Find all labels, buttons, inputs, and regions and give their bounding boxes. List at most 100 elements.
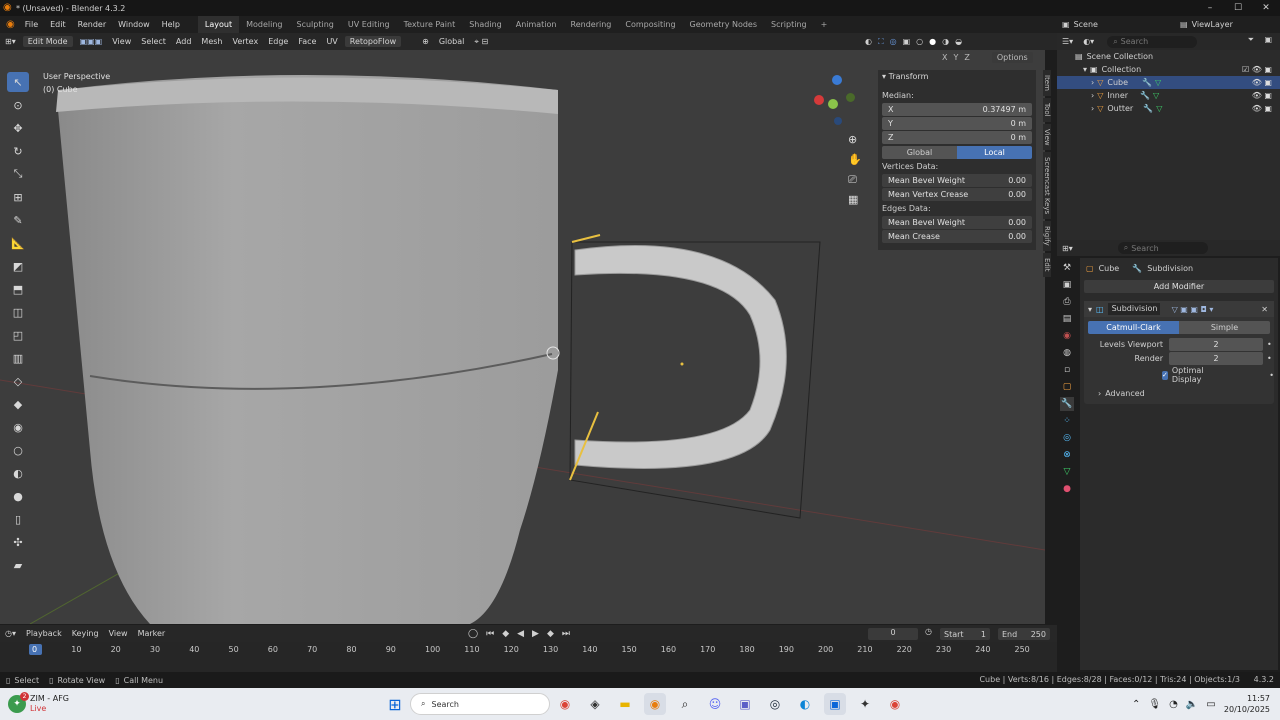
tab-item[interactable]: Item [1043,70,1051,96]
output-tab-icon[interactable]: ⎙ [1060,295,1074,309]
keyframe-dot-icon[interactable]: • [1267,354,1272,363]
jump-end-icon[interactable]: ⏭ [562,629,570,639]
axis-toggle-x[interactable]: X [942,53,947,62]
local-space-button[interactable]: Local [957,146,1032,159]
workspace-tab-scripting[interactable]: Scripting [764,16,814,33]
collection-visibility-icons[interactable]: ☑ 👁 ▣ [1242,65,1272,74]
z-axis-ball[interactable] [832,75,842,85]
material-shading-icon[interactable]: ◑ [942,37,949,46]
mesh-data-icon[interactable]: ▽ [1156,104,1162,113]
menu-retopoflow[interactable]: RetopoFlow [344,36,402,47]
pan-hand-icon[interactable]: ✋ [848,150,864,170]
rendered-shading-icon[interactable]: ◒ [955,37,962,46]
object-visibility-icons[interactable]: 👁 ▣ [1252,91,1272,100]
play-reverse-icon[interactable]: ◀ [517,629,524,639]
particles-tab-icon[interactable]: ⁘ [1060,414,1074,428]
menu-edge[interactable]: Edge [263,37,293,46]
modifier-toggle-icons[interactable]: ▽ ▣ ▣ ◘ ▾ [1172,305,1214,314]
shear-tool-icon[interactable]: ▯ [7,509,29,529]
outliner-row-inner[interactable]: › ▽ Inner 🔧 ▽ 👁 ▣ [1057,89,1280,102]
neg-z-axis-ball[interactable] [834,117,842,125]
menu-mesh[interactable]: Mesh [196,37,227,46]
expand-icon[interactable]: › [1091,78,1094,87]
edge-icon[interactable]: ◐ [794,693,816,715]
clock[interactable]: 11:57 20/10/2025 [1222,693,1270,715]
object-visibility-icons[interactable]: 👁 ▣ [1252,78,1272,87]
knife-tool-icon[interactable]: ◇ [7,371,29,391]
edge-slide-tool-icon[interactable]: ◐ [7,463,29,483]
rip-region-tool-icon[interactable]: ▰ [7,555,29,575]
constraints-tab-icon[interactable]: ⊗ [1060,448,1074,462]
modifier-header[interactable]: ▾ ◫ Subdivision ▽ ▣ ▣ ◘ ▾ ✕ [1084,301,1274,317]
move-tool-icon[interactable]: ✥ [7,118,29,138]
select-tool-icon[interactable]: ↖ [7,72,29,92]
taskbar-search[interactable]: ⌕ Search [410,693,550,715]
battery-icon[interactable]: ▭ [1206,699,1215,710]
extrude-tool-icon[interactable]: ⬒ [7,279,29,299]
modifier-icon[interactable]: 🔧 [1142,78,1152,87]
minimize-button[interactable]: – [1196,3,1224,13]
y-axis-ball[interactable] [828,99,838,109]
play-icon[interactable]: ▶ [532,629,539,639]
navigation-gizmo[interactable] [812,75,862,125]
auto-key-icon[interactable]: ◯ [468,629,478,639]
workspace-tab-shading[interactable]: Shading [462,16,509,33]
tab-tool[interactable]: Tool [1043,97,1051,122]
perspective-grid-icon[interactable]: ▦ [848,190,864,210]
workspace-tab-animation[interactable]: Animation [509,16,564,33]
visibility-icon[interactable]: ◐ [865,37,872,46]
expand-icon[interactable]: ▾ [1083,65,1087,74]
view-layer-tab-icon[interactable]: ▤ [1060,312,1074,326]
wifi-icon[interactable]: ◔ [1169,699,1178,710]
axis-toggle-y[interactable]: Y [953,53,958,62]
prev-key-icon[interactable]: ◆ [502,629,509,639]
outliner-editor-icon[interactable]: ☰▾ [1057,37,1078,46]
blender-taskbar-icon[interactable]: ◉ [644,693,666,715]
tool-tab-icon[interactable]: ⚒ [1060,261,1074,275]
neg-y-axis-ball[interactable] [846,93,855,102]
edge-bevel-weight-field[interactable]: Mean Bevel Weight 0.00 [882,216,1032,229]
median-y-field[interactable]: Y 0 m [882,117,1032,130]
poly-build-tool-icon[interactable]: ◆ [7,394,29,414]
tab-edit[interactable]: Edit [1043,253,1051,277]
filter-icon[interactable]: ⏷ [1248,35,1254,45]
world-tab-icon[interactable]: ◍ [1060,346,1074,360]
current-frame-field[interactable]: 0 [868,628,918,640]
rotate-tool-icon[interactable]: ↻ [7,141,29,161]
menu-edit[interactable]: Edit [44,20,72,29]
annotate-tool-icon[interactable]: ✎ [7,210,29,230]
scene-selector[interactable]: ▣ Scene [1062,16,1098,33]
object-visibility-icons[interactable]: 👁 ▣ [1252,104,1272,113]
transform-tool-icon[interactable]: ⊞ [7,187,29,207]
discord-icon[interactable]: ☺ [704,693,726,715]
chrome-icon[interactable]: ◉ [554,693,576,715]
remove-modifier-icon[interactable]: ✕ [1261,305,1268,314]
file-explorer-icon[interactable]: ▬ [614,693,636,715]
optimal-display-checkbox[interactable]: ✓ [1162,370,1168,380]
solid-shading-icon[interactable]: ● [929,37,936,46]
new-collection-icon[interactable]: ▣ [1264,35,1272,44]
shrink-tool-icon[interactable]: ● [7,486,29,506]
add-workspace-button[interactable]: + [814,16,835,33]
steam-icon[interactable]: ◎ [764,693,786,715]
outliner-row-scene-collection[interactable]: ▤ Scene Collection [1057,50,1280,63]
loop-cut-tool-icon[interactable]: ▥ [7,348,29,368]
view-layer-selector[interactable]: ▤ ViewLayer [1180,16,1233,33]
end-frame-field[interactable]: End 250 [998,628,1050,640]
spin-tool-icon[interactable]: ◉ [7,417,29,437]
microphone-icon[interactable]: 🎙 [1148,699,1161,710]
maximize-button[interactable]: ☐ [1224,3,1252,13]
menu-add[interactable]: Add [171,37,197,46]
blender-menu-icon[interactable]: ◉ [6,19,15,30]
editor-type-icon[interactable]: ⊞▾ [0,37,21,46]
teams-icon[interactable]: ▣ [734,693,756,715]
scene-tab-icon[interactable]: ◉ [1060,329,1074,343]
menu-uv[interactable]: UV [321,37,342,46]
app2-icon[interactable]: ✦ [854,693,876,715]
windows-start-icon[interactable]: ⊞ [384,693,406,715]
modifier-tab-icon[interactable]: 🔧 [1060,397,1074,411]
menu-view[interactable]: View [107,37,136,46]
edge-crease-field[interactable]: Mean Crease 0.00 [882,230,1032,243]
menu-vertex[interactable]: Vertex [227,37,263,46]
rip-tool-icon[interactable]: ✣ [7,532,29,552]
